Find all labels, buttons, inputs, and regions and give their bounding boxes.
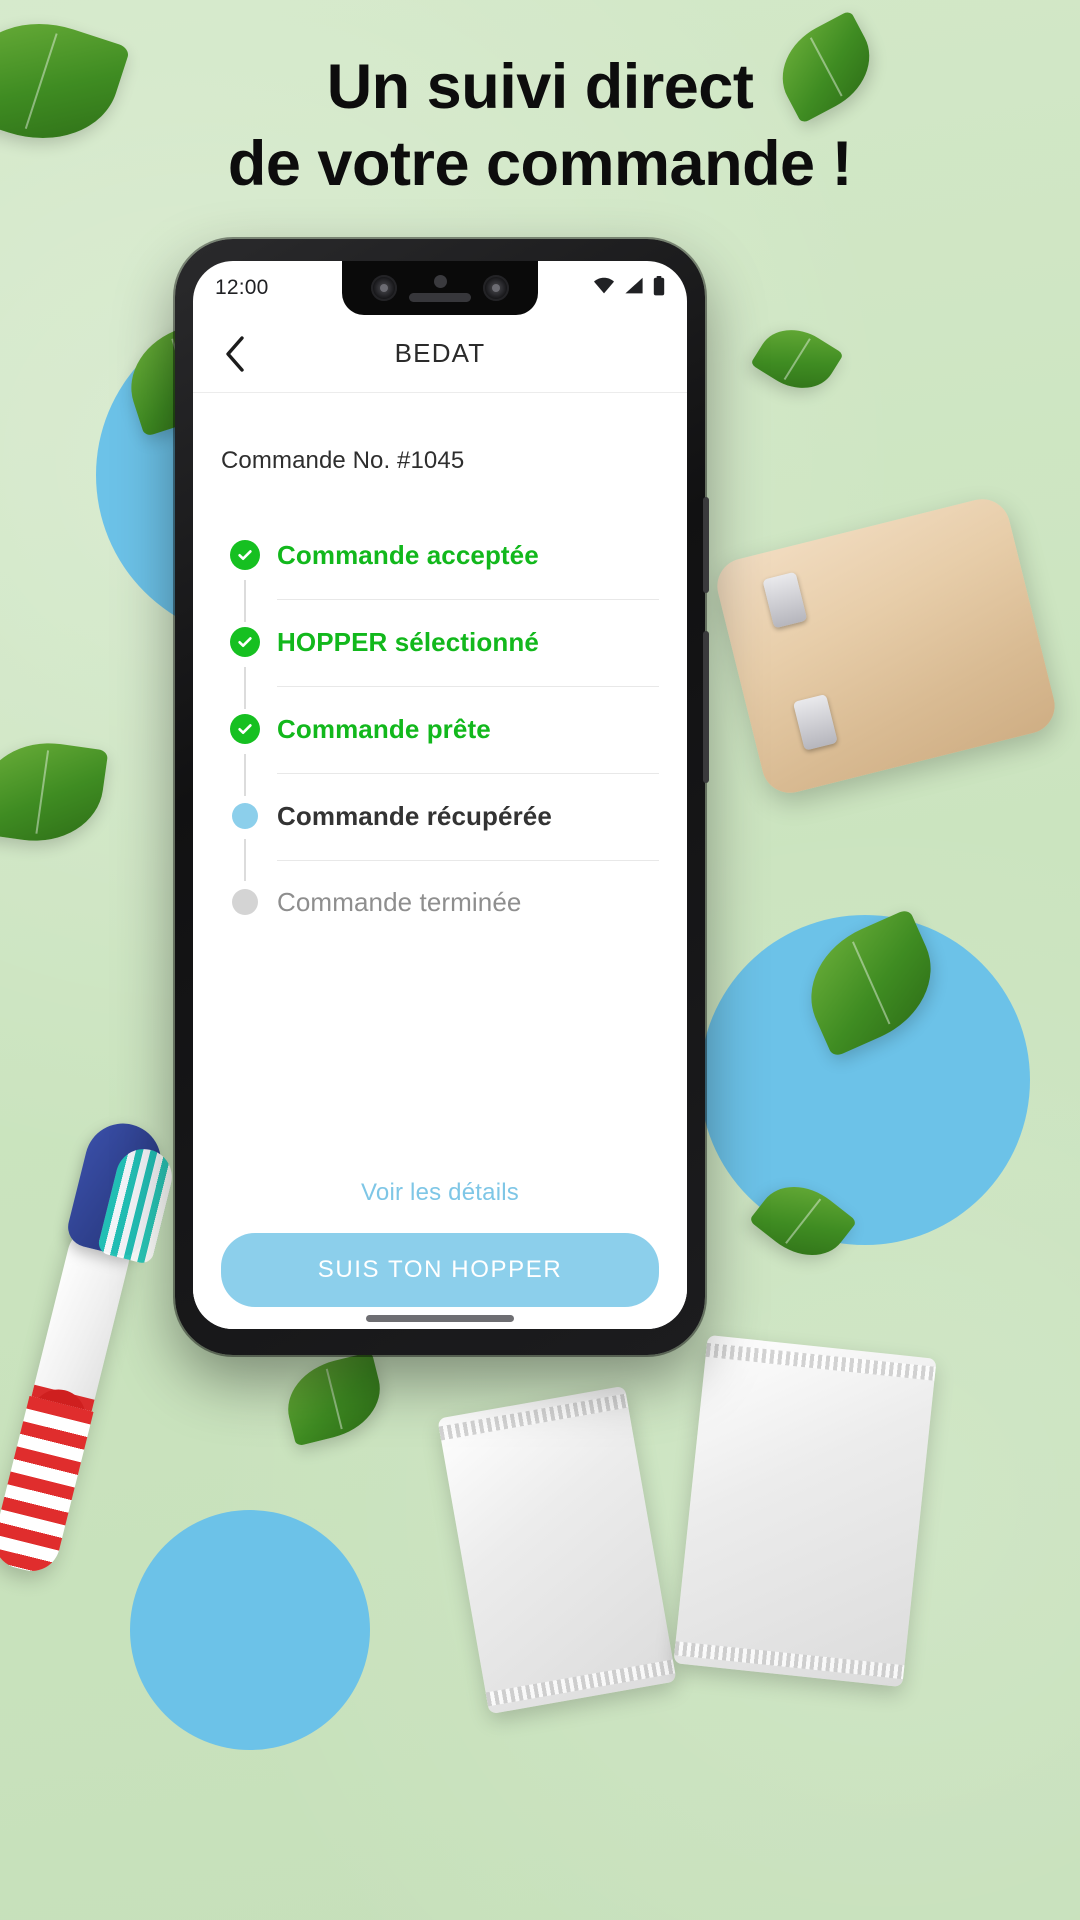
chevron-left-icon[interactable] — [215, 334, 255, 374]
timeline-step: Commande acceptée — [221, 537, 659, 624]
order-number-label: Commande No. #1045 — [221, 447, 465, 474]
decorative-blue-circle — [130, 1510, 370, 1750]
app-bar: BEDAT — [193, 315, 687, 393]
timeline-marker-column — [221, 884, 269, 915]
home-indicator[interactable] — [366, 1315, 514, 1322]
timeline-connector — [244, 667, 246, 709]
timeline-step-body: Commande acceptée — [269, 537, 659, 600]
timeline-step-label: Commande prête — [277, 714, 491, 744]
view-details-link[interactable]: Voir les détails — [221, 1161, 659, 1233]
headline-line-1: Un suivi direct — [326, 52, 754, 122]
filled-dot-icon — [232, 803, 258, 829]
filled-dot-icon — [232, 889, 258, 915]
bottom-actions: Voir les détails SUIS TON HOPPER — [221, 1161, 659, 1329]
status-bar: 12:00 — [193, 261, 687, 315]
timeline-step: Commande récupérée — [221, 798, 659, 884]
headline-line-2: de votre commande ! — [227, 129, 853, 199]
timeline-connector — [244, 839, 246, 881]
battery-icon — [653, 275, 665, 301]
timeline-step: Commande prête — [221, 711, 659, 798]
order-status-timeline: Commande acceptée HOPPER sélectionné Com… — [221, 537, 659, 970]
timeline-divider — [277, 686, 659, 687]
timeline-divider — [277, 599, 659, 600]
timeline-step: HOPPER sélectionné — [221, 624, 659, 711]
sachet-image — [673, 1334, 937, 1688]
timeline-step-body: Commande récupérée — [269, 798, 659, 861]
timeline-step-label: Commande terminée — [277, 887, 522, 917]
timeline-step-label: HOPPER sélectionné — [277, 627, 539, 657]
phone-mockup: 12:00 BEDAT Commande No. #1045 Commande … — [175, 239, 709, 1355]
status-bar-clock: 12:00 — [215, 276, 269, 299]
timeline-marker-column — [221, 624, 269, 711]
timeline-step-body: HOPPER sélectionné — [269, 624, 659, 687]
timeline-step: Commande terminée — [221, 884, 659, 970]
timeline-connector — [244, 580, 246, 622]
follow-hopper-button[interactable]: SUIS TON HOPPER — [221, 1233, 659, 1307]
page-title: BEDAT — [394, 338, 486, 368]
timeline-marker-column — [221, 537, 269, 624]
wifi-icon — [593, 277, 615, 299]
check-circle-icon — [230, 714, 260, 744]
timeline-step-label: Commande acceptée — [277, 540, 539, 570]
promo-headline: Un suivi direct de votre commande ! — [0, 56, 1080, 196]
order-tracking-screen: Commande No. #1045 Commande acceptée HOP… — [193, 393, 687, 1329]
timeline-divider — [277, 860, 659, 861]
timeline-marker-column — [221, 711, 269, 798]
timeline-step-label: Commande récupérée — [277, 801, 552, 831]
check-circle-icon — [230, 627, 260, 657]
phone-side-button[interactable] — [703, 497, 709, 593]
phone-volume-button[interactable] — [703, 631, 709, 783]
timeline-connector — [244, 754, 246, 796]
timeline-divider — [277, 773, 659, 774]
cellular-signal-icon — [624, 277, 644, 299]
timeline-step-body: Commande terminée — [269, 884, 659, 920]
timeline-marker-column — [221, 798, 269, 883]
timeline-step-body: Commande prête — [269, 711, 659, 774]
check-circle-icon — [230, 540, 260, 570]
phone-screen: 12:00 BEDAT Commande No. #1045 Commande … — [193, 261, 687, 1329]
status-bar-icons — [593, 275, 665, 301]
